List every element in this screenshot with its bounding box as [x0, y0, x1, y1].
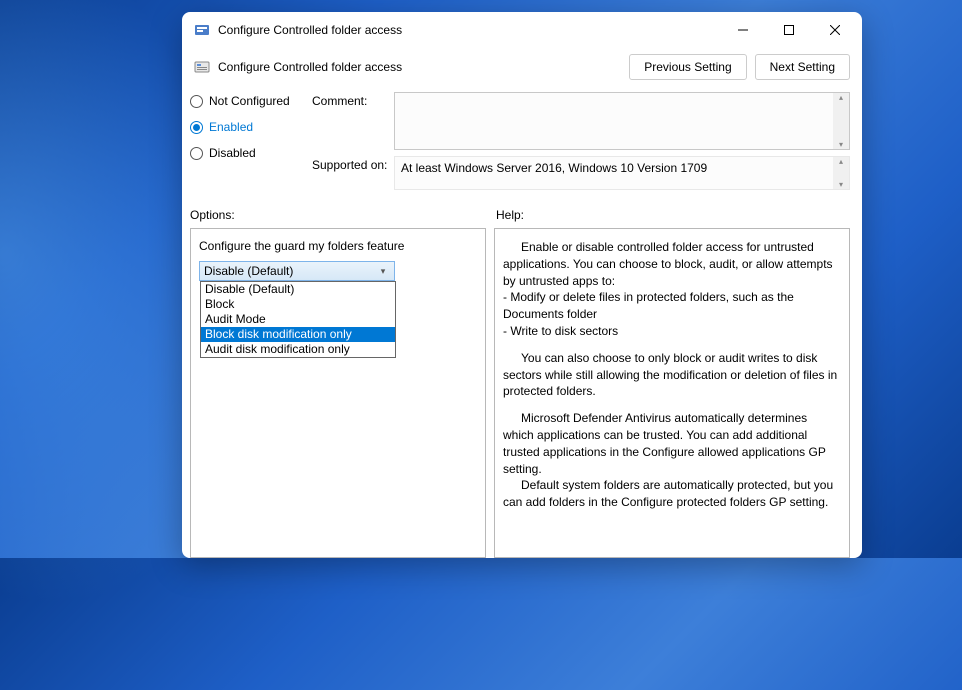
radio-icon	[190, 95, 203, 108]
previous-setting-button[interactable]: Previous Setting	[629, 54, 746, 80]
dropdown-item-block-disk[interactable]: Block disk modification only	[201, 327, 395, 342]
radio-label: Not Configured	[209, 94, 290, 108]
radio-disabled[interactable]: Disabled	[190, 146, 312, 160]
close-button[interactable]	[812, 14, 858, 46]
radio-icon	[190, 121, 203, 134]
comment-input[interactable]: ▴ ▾	[394, 92, 850, 150]
scroll-up-icon: ▴	[839, 157, 843, 166]
help-label: Help:	[496, 208, 524, 222]
supported-label: Supported on:	[312, 156, 394, 172]
supported-value: At least Windows Server 2016, Windows 10…	[401, 161, 707, 175]
radio-not-configured[interactable]: Not Configured	[190, 94, 312, 108]
state-radios: Not Configured Enabled Disabled	[190, 92, 312, 190]
dropdown-item-audit-disk[interactable]: Audit disk modification only	[201, 342, 395, 357]
comment-row: Comment: ▴ ▾	[312, 92, 850, 150]
help-text: Microsoft Defender Antivirus automatical…	[503, 410, 841, 477]
scroll-up-icon: ▴	[839, 93, 843, 102]
dropdown-item-disable[interactable]: Disable (Default)	[201, 282, 395, 297]
help-text: You can also choose to only block or aud…	[503, 350, 841, 400]
comment-label: Comment:	[312, 92, 394, 108]
radio-enabled[interactable]: Enabled	[190, 120, 312, 134]
dropdown-list: Disable (Default) Block Audit Mode Block…	[200, 281, 396, 358]
panels: Configure the guard my folders feature D…	[182, 228, 862, 558]
radio-label: Enabled	[209, 120, 253, 134]
nav-buttons: Previous Setting Next Setting	[629, 54, 850, 80]
titlebar: Configure Controlled folder access	[182, 12, 862, 48]
window-controls	[720, 14, 858, 46]
help-bullet: - Modify or delete files in protected fo…	[503, 289, 841, 323]
radio-icon	[190, 147, 203, 160]
help-text: Default system folders are automatically…	[503, 477, 841, 511]
scroll-down-icon: ▾	[839, 140, 843, 149]
options-label: Options:	[190, 208, 496, 222]
minimize-button[interactable]	[720, 14, 766, 46]
scrollbar[interactable]: ▴ ▾	[833, 157, 849, 189]
config-area: Not Configured Enabled Disabled Comment:…	[182, 88, 862, 198]
dropdown-item-block[interactable]: Block	[201, 297, 395, 312]
chevron-down-icon: ▾	[376, 266, 390, 277]
app-icon	[194, 22, 210, 38]
help-panel: Enable or disable controlled folder acce…	[494, 228, 850, 558]
supported-row: Supported on: At least Windows Server 20…	[312, 156, 850, 190]
dropdown-selected: Disable (Default)	[204, 264, 376, 278]
window: Configure Controlled folder access Confi…	[182, 12, 862, 558]
next-setting-button[interactable]: Next Setting	[755, 54, 850, 80]
scrollbar[interactable]: ▴ ▾	[833, 93, 849, 149]
feature-label: Configure the guard my folders feature	[199, 239, 477, 253]
help-text: Enable or disable controlled folder acce…	[503, 239, 841, 289]
section-labels: Options: Help:	[182, 198, 862, 228]
meta-column: Comment: ▴ ▾ Supported on: At least Wind…	[312, 92, 850, 190]
maximize-button[interactable]	[766, 14, 812, 46]
radio-label: Disabled	[209, 146, 256, 160]
supported-text: At least Windows Server 2016, Windows 10…	[394, 156, 850, 190]
policy-title: Configure Controlled folder access	[218, 60, 402, 74]
policy-icon	[194, 59, 210, 75]
guard-mode-dropdown[interactable]: Disable (Default) ▾ Disable (Default) Bl…	[199, 261, 395, 281]
window-title: Configure Controlled folder access	[218, 23, 720, 37]
header-left: Configure Controlled folder access	[194, 59, 629, 75]
header-row: Configure Controlled folder access Previ…	[182, 48, 862, 88]
help-bullet: - Write to disk sectors	[503, 323, 841, 340]
options-panel: Configure the guard my folders feature D…	[190, 228, 486, 558]
scroll-down-icon: ▾	[839, 180, 843, 189]
dropdown-item-audit[interactable]: Audit Mode	[201, 312, 395, 327]
